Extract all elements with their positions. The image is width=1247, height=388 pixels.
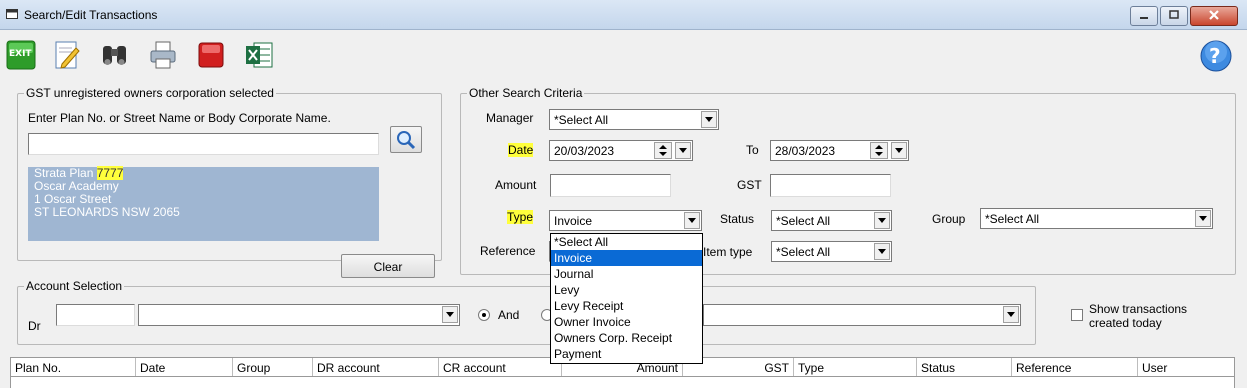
plan-search-prompt: Enter Plan No. or Street Name or Body Co…	[28, 111, 331, 125]
search-button[interactable]	[100, 40, 130, 70]
window-icon	[6, 8, 18, 20]
manager-label: Manager	[486, 111, 534, 125]
column-header-date[interactable]: Date	[136, 358, 233, 376]
type-option-selected[interactable]: Invoice	[551, 250, 702, 266]
date-from-picker[interactable]: 20/03/2023	[549, 140, 693, 161]
title-bar: Search/Edit Transactions	[0, 0, 1247, 30]
chevron-down-icon[interactable]	[891, 142, 907, 159]
help-label: ?	[1209, 44, 1221, 68]
column-header-type[interactable]: Type	[794, 358, 917, 376]
amount-input[interactable]	[550, 174, 671, 197]
type-option[interactable]: Journal	[551, 266, 702, 282]
item-type-select[interactable]: *Select All	[771, 241, 892, 262]
window-title: Search/Edit Transactions	[24, 8, 158, 22]
status-label: Status	[720, 212, 755, 226]
chevron-down-icon[interactable]	[442, 306, 458, 323]
type-select[interactable]: Invoice	[549, 210, 702, 231]
group-select[interactable]: *Select All	[980, 208, 1213, 229]
clear-button[interactable]: Clear	[341, 254, 435, 278]
and-radio[interactable]	[478, 309, 490, 321]
printer-icon	[150, 41, 176, 69]
item-type-label: Item type	[703, 245, 753, 259]
gst-label: GST	[737, 178, 762, 192]
show-today-checkbox[interactable]	[1071, 309, 1083, 321]
chevron-down-icon[interactable]	[1195, 210, 1211, 227]
type-option[interactable]: Levy	[551, 282, 702, 298]
edit-button[interactable]	[52, 40, 82, 70]
spin-icon[interactable]	[654, 142, 672, 159]
address-prefix: Strata Plan	[34, 166, 97, 180]
date-label: Date	[508, 143, 534, 157]
date-to-value: 28/03/2023	[775, 144, 836, 158]
dr-account-select[interactable]	[138, 304, 460, 326]
address-line: ST LEONARDS NSW 2065	[34, 205, 180, 219]
column-header-group[interactable]: Group	[233, 358, 313, 376]
excel-icon	[246, 42, 273, 68]
address-plan-number: 7777	[96, 166, 124, 180]
gst-group-legend: GST unregistered owners corporation sele…	[24, 86, 276, 100]
gst-input[interactable]	[770, 174, 891, 197]
chevron-down-icon[interactable]	[874, 243, 890, 260]
column-header-dr-account[interactable]: DR account	[313, 358, 439, 376]
column-header-plan-no[interactable]: Plan No.	[11, 358, 136, 376]
to-label: To	[746, 143, 759, 157]
reference-label: Reference	[480, 244, 536, 258]
type-label: Type	[507, 210, 534, 224]
chevron-down-icon[interactable]	[684, 212, 700, 229]
column-header-status[interactable]: Status	[917, 358, 1012, 376]
stop-button[interactable]	[196, 40, 226, 70]
plan-search-input[interactable]	[28, 133, 379, 155]
maximize-button[interactable]	[1160, 6, 1188, 26]
show-today-line2: created today	[1089, 316, 1162, 330]
group-value: *Select All	[985, 212, 1040, 226]
help-button[interactable]: ?	[1200, 40, 1232, 72]
chevron-down-icon[interactable]	[701, 111, 717, 128]
chevron-down-icon[interactable]	[1003, 306, 1019, 323]
type-value: Invoice	[554, 214, 593, 228]
chevron-down-icon[interactable]	[874, 212, 890, 229]
criteria-group-legend: Other Search Criteria	[467, 86, 585, 100]
column-header-reference[interactable]: Reference	[1012, 358, 1138, 376]
item-type-value: *Select All	[776, 245, 831, 259]
type-option[interactable]: Payment	[551, 346, 702, 362]
selected-plan-address: Strata Plan 7777 Oscar Academy 1 Oscar S…	[28, 166, 379, 241]
minimize-button[interactable]	[1130, 6, 1158, 26]
dr-label: Dr	[28, 319, 41, 333]
type-dropdown-list[interactable]: *Select All Invoice Journal Levy Levy Re…	[550, 233, 703, 364]
binoculars-icon	[103, 46, 126, 65]
date-from-value: 20/03/2023	[554, 144, 615, 158]
edit-icon	[55, 41, 80, 69]
column-header-cr-account[interactable]: CR account	[439, 358, 562, 376]
close-button[interactable]	[1190, 6, 1238, 26]
exit-button[interactable]: EXIT	[6, 40, 36, 70]
and-label: And	[498, 308, 520, 322]
chevron-down-icon[interactable]	[675, 142, 691, 159]
column-header-user[interactable]: User	[1138, 358, 1234, 376]
account-group-legend: Account Selection	[24, 279, 125, 293]
spin-icon[interactable]	[870, 142, 888, 159]
show-today-label: Show transactions created today	[1089, 302, 1187, 330]
type-option[interactable]: Owners Corp. Receipt	[551, 330, 702, 346]
manager-select[interactable]: *Select All	[549, 109, 719, 130]
dr-account-code-input[interactable]	[56, 304, 135, 326]
status-value: *Select All	[776, 214, 831, 228]
export-excel-button[interactable]	[244, 40, 274, 70]
type-option[interactable]: Owner Invoice	[551, 314, 702, 330]
group-label: Group	[932, 212, 966, 226]
show-today-line1: Show transactions	[1089, 302, 1188, 316]
date-to-picker[interactable]: 28/03/2023	[770, 140, 909, 161]
manager-value: *Select All	[554, 113, 609, 127]
cr-account-select[interactable]	[703, 304, 1021, 326]
type-option[interactable]: Levy Receipt	[551, 298, 702, 314]
transactions-grid-body[interactable]	[10, 377, 1235, 388]
magnifier-icon	[397, 131, 416, 150]
exit-label: EXIT	[9, 49, 32, 59]
stop-icon	[198, 42, 224, 68]
type-option[interactable]: *Select All	[551, 234, 702, 250]
amount-label: Amount	[495, 178, 537, 192]
print-button[interactable]	[148, 40, 178, 70]
status-select[interactable]: *Select All	[771, 210, 892, 231]
plan-search-button[interactable]	[390, 126, 422, 153]
